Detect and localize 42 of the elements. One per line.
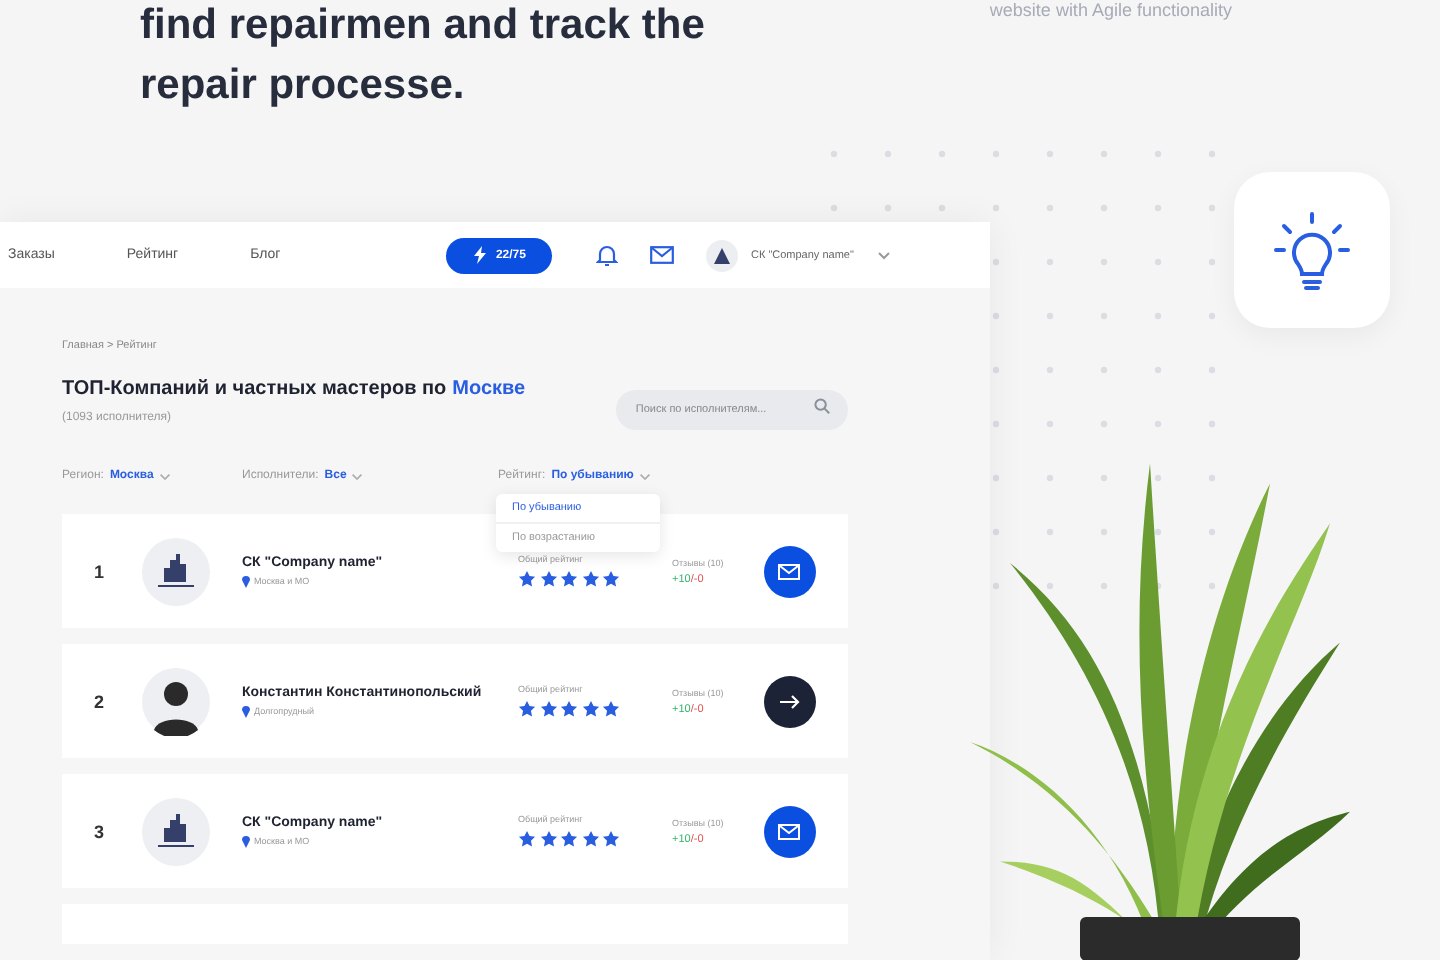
rank-number: 1 <box>94 561 107 581</box>
rank-number: 3 <box>94 821 107 841</box>
star-icon <box>581 570 599 588</box>
star-icon <box>560 830 578 848</box>
tagline: website with Agile functionality <box>989 0 1232 20</box>
star-icon <box>560 700 578 718</box>
star-icon <box>581 700 599 718</box>
mail-icon <box>778 563 801 579</box>
company-logo-icon <box>706 239 739 271</box>
mail-icon <box>778 823 801 839</box>
lightbulb-icon <box>1274 209 1350 290</box>
rank-number: 2 <box>94 691 107 711</box>
star-icon <box>539 830 557 848</box>
search-icon <box>813 398 830 414</box>
chevron-down-icon[interactable] <box>877 251 890 259</box>
company-logo-icon <box>142 537 210 605</box>
star-icon <box>518 570 536 588</box>
mail-icon[interactable] <box>650 246 675 264</box>
location-pin-icon <box>242 575 250 587</box>
person-avatar-icon <box>142 667 210 735</box>
headline: repair processe. <box>140 60 467 112</box>
star-icon <box>539 570 557 588</box>
message-button[interactable] <box>763 805 816 857</box>
arrow-right-icon <box>779 693 800 709</box>
bolt-icon <box>473 246 486 264</box>
star-icon <box>539 700 557 718</box>
message-button[interactable] <box>763 545 816 597</box>
headline: find repairmen and track the <box>140 0 707 52</box>
city-link[interactable]: Москве <box>452 378 526 400</box>
company-logo-icon <box>142 797 210 865</box>
star-icon <box>602 570 620 588</box>
star-icon <box>518 700 536 718</box>
star-icon <box>560 570 578 588</box>
star-icon <box>602 830 620 848</box>
bell-icon[interactable] <box>596 243 619 267</box>
location-pin-icon <box>242 835 250 847</box>
star-icon <box>602 700 620 718</box>
star-icon <box>518 830 536 848</box>
location-pin-icon <box>242 705 250 717</box>
star-icon <box>581 830 599 848</box>
open-profile-button[interactable] <box>763 675 816 727</box>
page-title: ТОП-Компаний и частных мастеров по <box>62 378 447 400</box>
